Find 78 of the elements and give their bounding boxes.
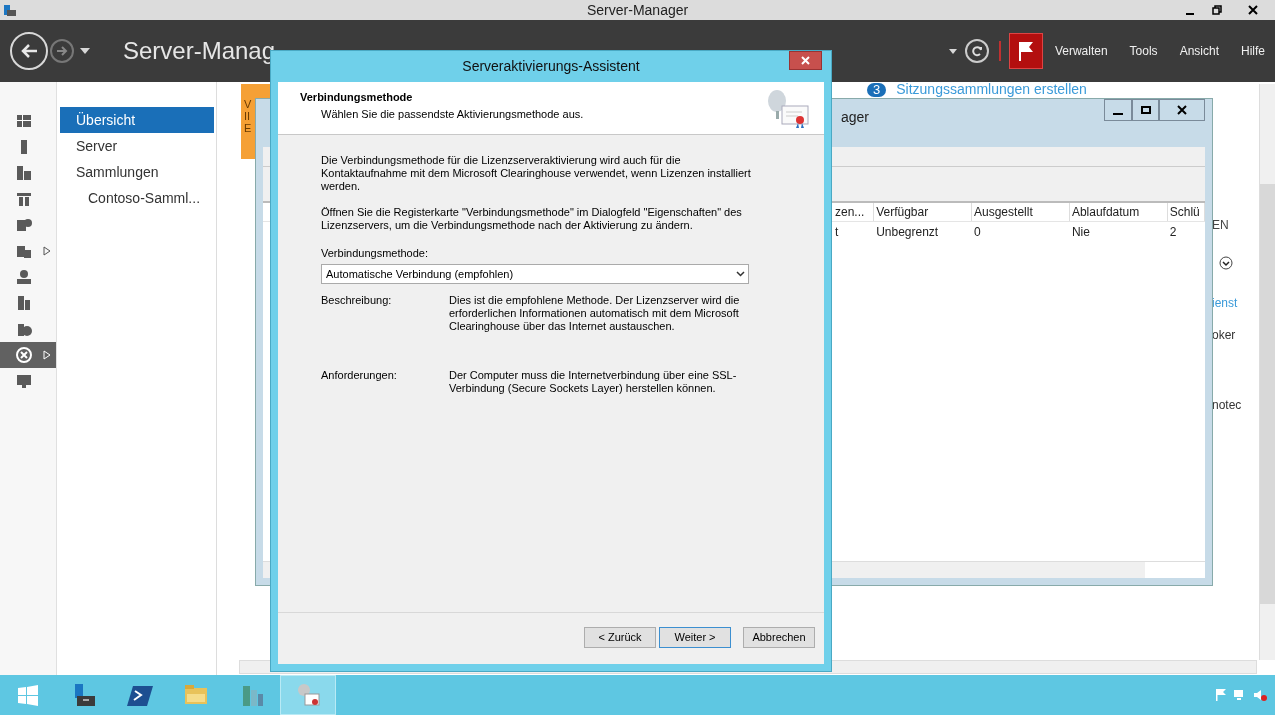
monitor-icon: [15, 372, 33, 390]
nav-item[interactable]: Server: [60, 133, 214, 159]
back-arrow-icon: [20, 43, 38, 59]
wizard-button[interactable]: Abbrechen: [743, 627, 815, 648]
license-certificate-icon: [766, 87, 810, 129]
grid-icon: [15, 112, 33, 130]
detail-text: Der Computer muss die Internetverbindung über eine SSL-Verbindung (Secure Sockets Layer) herstellen können.: [449, 369, 738, 395]
blocks-icon: [15, 164, 33, 182]
maximize-button[interactable]: [1132, 99, 1159, 121]
refresh-button[interactable]: [964, 39, 989, 63]
close-icon: [801, 56, 810, 65]
close-button[interactable]: [1159, 99, 1205, 121]
tile-text: V: [244, 98, 253, 110]
close-icon: [1247, 5, 1258, 15]
step-badge: 3: [867, 82, 887, 97]
column-header[interactable]: Ausgestellt: [972, 203, 1070, 221]
close-button[interactable]: [789, 51, 822, 70]
table-cell-text: 2: [1168, 224, 1178, 241]
menu-item[interactable]: Verwalten: [1054, 42, 1108, 60]
building-icon: [15, 294, 33, 312]
wizard-button[interactable]: < Zurück: [584, 627, 656, 648]
wizard-button[interactable]: Weiter >: [659, 627, 731, 648]
app-icon: [3, 3, 17, 17]
window-title: Server-Manager: [587, 0, 689, 20]
page-heading: Verbindungsmethode: [300, 90, 414, 105]
minimize-button[interactable]: [1104, 99, 1132, 121]
column-header[interactable]: Verfügbar: [874, 203, 972, 221]
table-cell-text: Nie: [1070, 224, 1091, 241]
menu-item[interactable]: Ansicht: [1179, 42, 1219, 60]
fragment-text: EN: [1212, 217, 1230, 234]
menu-item[interactable]: Hilfe: [1241, 42, 1265, 60]
flag-icon: [1215, 688, 1227, 702]
table-cell-text: 0: [973, 224, 982, 241]
detail-label: Beschreibung:: [321, 294, 393, 308]
connection-method-select[interactable]: Automatische Verbindung (empfohlen): [321, 264, 749, 284]
expand-caret-icon: [43, 350, 51, 360]
dropdown-chevron-icon: [736, 271, 745, 277]
dropdown-caret-icon: [948, 48, 957, 54]
info-paragraph: Öffnen Sie die Registerkarte "Verbindungsmethode" im Dialogfeld "Eigenschaften" des Lizenzservers, um die Verbindungsmethode nach der Aktivierung zu ändern.: [321, 206, 743, 232]
restore-icon: [1211, 5, 1222, 15]
expand-caret-icon: [43, 246, 51, 256]
breadcrumb-title: Server-Manag: [123, 36, 276, 66]
fragment-text: notec: [1212, 397, 1242, 414]
speaker-muted-icon: [1253, 688, 1267, 702]
minimize-icon: [1185, 13, 1194, 15]
tile-text: E: [244, 122, 253, 134]
dialog-title: Serveraktivierungs-Assistent: [462, 57, 640, 76]
column-header[interactable]: zen...: [833, 203, 875, 221]
minimize-icon: [1113, 113, 1123, 115]
nav-item[interactable]: Contoso-Samml...: [60, 185, 214, 211]
table-cell-text: Unbegrenzt: [875, 224, 940, 241]
dropdown-caret-icon: [80, 48, 90, 54]
tile-text: II: [244, 110, 252, 122]
forward-button[interactable]: [50, 39, 74, 63]
field-label: Verbindungsmethode:: [321, 247, 430, 260]
flag-icon: [1016, 40, 1035, 62]
close-icon: [1177, 105, 1187, 115]
panels-icon: [15, 190, 33, 208]
start-icon: [15, 682, 41, 708]
column-header[interactable]: Schlü: [1167, 203, 1205, 221]
maximize-icon: [1140, 105, 1151, 115]
rail-item[interactable]: [0, 342, 56, 368]
table-cell-text: t: [834, 224, 840, 241]
detail-text: Dies ist die empfohlene Methode. Der Lizenzserver wird die erforderlichen Informationen automatisch mit dem Microsoft Clearinghouse über das Internet austauschen.: [449, 294, 741, 334]
refresh-icon: [970, 45, 983, 57]
forward-arrow-icon: [56, 46, 68, 56]
nav-item[interactable]: Sammlungen: [60, 159, 214, 185]
notifications-button[interactable]: [1008, 33, 1043, 69]
column-header[interactable]: Ablaufdatum: [1069, 203, 1168, 221]
window-title: ager: [841, 108, 870, 127]
chevron-circle-icon: [1219, 256, 1233, 270]
menu-item[interactable]: Tools: [1129, 42, 1158, 60]
page-subheading: Wählen Sie die passendste Aktivierungsmethode aus.: [321, 106, 584, 122]
back-button[interactable]: [10, 32, 48, 70]
nav-item[interactable]: Übersicht: [60, 107, 214, 133]
fragment-text: oker: [1212, 327, 1237, 344]
detail-label: Anforderungen:: [321, 369, 398, 383]
info-paragraph: Die Verbindungsmethode für die Lizenzserveraktivierung wird auch für die Kontaktaufnahme mit dem Microsoft Clearinghouse verwendet, wenn Lizenzen installiert werden.: [321, 154, 752, 193]
